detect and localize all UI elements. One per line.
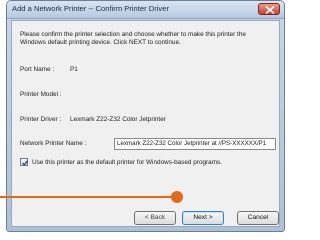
checkmark-icon bbox=[22, 160, 29, 166]
port-name-label: Port Name : bbox=[20, 66, 55, 73]
network-printer-name-label: Network Printer Name : bbox=[20, 140, 87, 147]
default-printer-label[interactable]: Use this printer as the default printer … bbox=[32, 159, 222, 166]
next-button[interactable]: Next > bbox=[182, 211, 224, 225]
intro-line-2: Windows default printing device. Click N… bbox=[20, 39, 181, 46]
callout-pointer-line bbox=[0, 196, 172, 198]
callout-pointer-dot bbox=[171, 191, 183, 203]
printer-driver-label: Printer Driver : bbox=[20, 116, 62, 123]
default-printer-checkbox[interactable] bbox=[20, 158, 29, 166]
network-printer-name-field[interactable]: Lexmark Z22-Z32 Color Jetprinter at //PS… bbox=[114, 138, 276, 150]
window-title: Add a Network Printer -- Confirm Printer… bbox=[12, 4, 169, 13]
close-button[interactable] bbox=[258, 3, 280, 15]
printer-driver-value: Lexmark Z22-Z32 Color Jetprinter bbox=[70, 116, 166, 123]
title-bar[interactable]: Add a Network Printer -- Confirm Printer… bbox=[7, 1, 284, 19]
cancel-button[interactable]: Cancel bbox=[237, 211, 279, 225]
intro-text: Please confirm the printer selection and… bbox=[20, 31, 246, 47]
close-icon bbox=[265, 6, 275, 14]
printer-model-label: Printer Model : bbox=[20, 91, 62, 98]
intro-line-1: Please confirm the printer selection and… bbox=[20, 31, 246, 38]
port-name-value: P1 bbox=[70, 66, 78, 73]
back-button[interactable]: < Back bbox=[134, 211, 176, 225]
